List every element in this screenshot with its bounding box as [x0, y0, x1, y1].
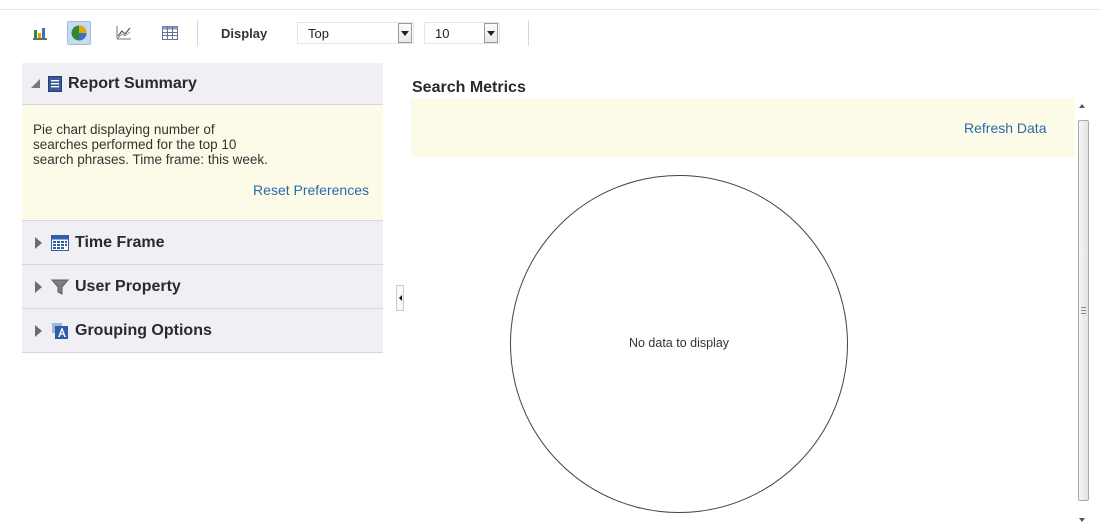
display-label: Display	[221, 26, 268, 41]
report-summary-header[interactable]: Report Summary	[22, 63, 383, 105]
expand-triangle-icon[interactable]	[35, 280, 42, 293]
count-value: 10	[435, 25, 450, 41]
report-icon	[48, 75, 62, 92]
report-summary-title: Report Summary	[68, 74, 197, 92]
scroll-down-arrow-icon[interactable]	[1079, 518, 1085, 522]
bar-chart-icon	[33, 28, 47, 40]
expand-triangle-icon[interactable]	[35, 236, 42, 249]
count-select[interactable]: 10	[424, 22, 500, 44]
expand-triangle-icon[interactable]	[35, 324, 42, 337]
table-view-button[interactable]	[158, 21, 182, 45]
refresh-data-link[interactable]: Refresh Data	[964, 120, 1046, 136]
pie-chart-button[interactable]	[67, 21, 91, 45]
grip-icon	[1081, 307, 1086, 314]
grouping-icon	[52, 322, 68, 339]
section-title: Time Frame	[75, 233, 165, 251]
display-type-select[interactable]: Top	[297, 22, 414, 44]
filter-icon	[51, 279, 69, 295]
collapse-triangle-icon[interactable]	[31, 79, 40, 88]
line-chart-button[interactable]	[112, 21, 136, 45]
display-type-value: Top	[308, 25, 329, 41]
section-time-frame[interactable]: Time Frame	[22, 221, 383, 265]
section-title: Grouping Options	[75, 321, 212, 339]
bar-chart-button[interactable]	[28, 21, 52, 45]
pie-chart-icon	[71, 25, 87, 41]
section-title: User Property	[75, 277, 181, 295]
section-grouping-options[interactable]: Grouping Options	[22, 309, 383, 353]
scroll-up-arrow-icon[interactable]	[1079, 104, 1085, 108]
line-chart-icon	[116, 26, 131, 40]
chevron-down-icon[interactable]	[484, 23, 498, 43]
calendar-icon	[51, 234, 69, 251]
panel-splitter-collapse-button[interactable]	[396, 285, 404, 311]
search-metrics-title: Search Metrics	[412, 79, 526, 96]
reset-preferences-link[interactable]: Reset Preferences	[22, 182, 369, 198]
report-summary-text: Pie chart displaying number of searches …	[33, 122, 268, 167]
report-summary-body: Pie chart displaying number of searches …	[22, 105, 383, 221]
toolbar-separator	[197, 20, 198, 46]
no-data-message: No data to display	[628, 336, 730, 350]
chevron-down-icon[interactable]	[398, 23, 412, 43]
table-icon	[162, 26, 178, 40]
scrollbar-thumb[interactable]	[1078, 120, 1089, 501]
section-user-property[interactable]: User Property	[22, 265, 383, 309]
toolbar-separator	[528, 20, 529, 46]
top-divider	[0, 9, 1101, 10]
